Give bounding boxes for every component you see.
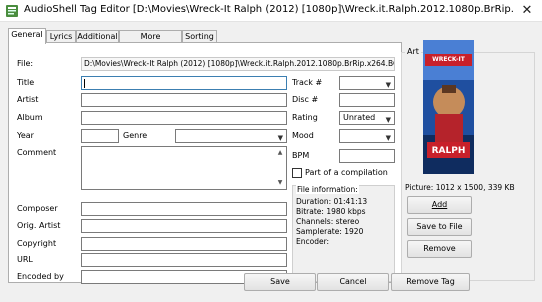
artist-field[interactable] [81,93,287,107]
track-label: Track # [292,78,323,87]
comment-label: Comment [17,148,57,157]
compilation-label: Part of a compilation [305,168,388,177]
composer-label: Composer [17,204,58,213]
add-art-button[interactable]: Add [407,196,472,214]
compilation-checkbox[interactable] [292,168,302,178]
composer-field[interactable] [81,202,287,216]
scroll-up-icon[interactable]: ▲ [275,148,285,158]
artist-label: Artist [17,95,39,104]
encoded-by-label: Encoded by [17,272,64,281]
rating-dropdown[interactable]: Unrated ▼ [339,111,395,125]
file-info-title: File information: [296,185,359,194]
url-label: URL [17,255,33,264]
scroll-down-icon[interactable]: ▼ [275,178,285,188]
add-art-label: Add [431,200,448,209]
file-info-encoder: Encoder: [296,237,330,246]
chevron-down-icon: ▼ [385,81,391,89]
close-icon[interactable]: ✕ [512,0,542,22]
file-path-field[interactable]: D:\Movies\Wreck-It Ralph (2012) [1080p]\… [81,57,395,71]
orig-artist-field[interactable] [81,219,287,233]
mood-label: Mood [292,131,314,140]
orig-artist-label: Orig. Artist [17,221,61,230]
disc-label: Disc # [292,95,319,104]
chevron-down-icon: ▼ [385,116,391,124]
text-caret [84,79,85,88]
genre-label: Genre [123,131,148,140]
file-info-samplerate: Samplerate: 1920 [296,227,364,236]
album-field[interactable] [81,111,287,125]
file-info-bitrate: Bitrate: 1980 kbps [296,207,366,216]
mood-dropdown[interactable]: ▼ [339,129,395,143]
disc-field[interactable] [339,93,395,107]
picture-info: Picture: 1012 x 1500, 339 KB [405,183,515,192]
file-info-duration: Duration: 01:41:13 [296,197,368,206]
album-label: Album [17,113,43,122]
year-label: Year [17,131,34,140]
file-info-box: File information: Duration: 01:41:13 Bit… [292,185,395,282]
year-field[interactable] [81,129,119,143]
file-info-channels: Channels: stereo [296,217,360,226]
chevron-down-icon: ▼ [385,134,391,142]
title-field[interactable] [81,76,287,90]
art-group-label: Art [405,47,421,56]
rating-value: Unrated [343,113,376,122]
remove-tag-button[interactable]: Remove Tag [391,273,470,291]
poster-title-bottom: RALPH [431,146,466,156]
chevron-down-icon: ▼ [277,134,283,142]
rating-label: Rating [292,113,318,122]
file-label: File: [17,59,34,68]
window-title: AudioShell Tag Editor [D:\Movies\Wreck-I… [24,4,514,15]
title-bar: AudioShell Tag Editor [D:\Movies\Wreck-I… [0,0,542,22]
tab-general[interactable]: General [8,28,46,44]
save-button[interactable]: Save [244,273,316,291]
general-panel: File: D:\Movies\Wreck-It Ralph (2012) [1… [8,42,402,284]
title-label: Title [17,78,35,87]
dialog-body: General Lyrics Additional More Additiona… [0,22,542,302]
bpm-field[interactable] [339,149,395,163]
track-dropdown[interactable]: ▼ [339,76,395,90]
app-icon [6,5,18,17]
comment-textarea[interactable]: ▲ ▼ [81,146,287,190]
copyright-label: Copyright [17,239,57,248]
url-field[interactable] [81,253,287,267]
cancel-button[interactable]: Cancel [317,273,389,291]
genre-dropdown[interactable]: ▼ [175,129,287,143]
bpm-label: BPM [292,151,310,160]
copyright-field[interactable] [81,237,287,251]
save-art-button[interactable]: Save to File [407,218,472,236]
remove-art-button[interactable]: Remove [407,240,472,258]
poster-title-top: WRECK-IT [432,56,465,63]
